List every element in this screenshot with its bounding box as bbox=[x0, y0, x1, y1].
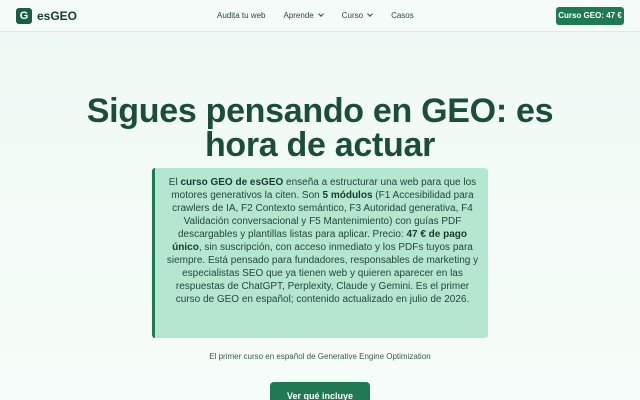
nav-link-label: Casos bbox=[391, 11, 414, 20]
nav-link-audita[interactable]: Audita tu web bbox=[217, 11, 265, 20]
course-description: El curso GEO de esGEO enseña a estructur… bbox=[152, 168, 488, 338]
nav-link-label: Audita tu web bbox=[217, 11, 266, 20]
see-included-button[interactable]: Ver qué incluye bbox=[270, 382, 370, 400]
nav-link-curso[interactable]: Curso bbox=[341, 11, 373, 20]
tagline: El primer curso en español de Generative… bbox=[209, 352, 431, 361]
nav-link-aprende[interactable]: Aprende bbox=[283, 11, 324, 20]
desc-text: , sin suscripción, con acceso inmediato … bbox=[166, 242, 479, 305]
chevron-down-icon bbox=[317, 11, 324, 17]
desc-bold-modules: 5 módulos bbox=[322, 190, 373, 201]
buy-course-button[interactable]: Curso GEO: 47 € bbox=[556, 7, 624, 25]
top-navbar: G esGEO Audita tu web Aprende Curso Caso… bbox=[0, 0, 640, 32]
nav-links: Audita tu web Aprende Curso Casos bbox=[217, 11, 414, 20]
chevron-down-icon bbox=[367, 11, 373, 17]
logo-icon[interactable]: G bbox=[16, 8, 32, 24]
page-title: Sigues pensando en GEO: es hora de actua… bbox=[86, 92, 554, 164]
nav-link-casos[interactable]: Casos bbox=[391, 11, 414, 20]
desc-text: El bbox=[168, 177, 181, 188]
desc-bold-course: curso GEO de esGEO bbox=[180, 177, 284, 188]
brand-name[interactable]: esGEO bbox=[37, 9, 77, 23]
nav-link-label: Curso bbox=[341, 11, 364, 20]
nav-link-label: Aprende bbox=[283, 11, 314, 20]
